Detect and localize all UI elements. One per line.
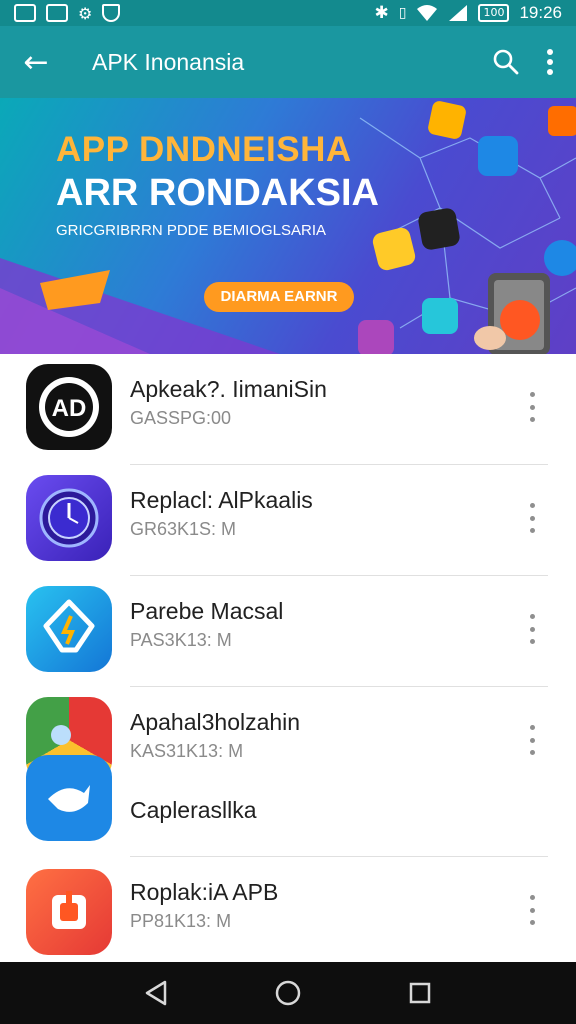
list-item[interactable]: Roplak:iA APB PP81K13: M bbox=[0, 857, 576, 968]
app-name: Replacl: AlPkaalis bbox=[130, 487, 313, 513]
list-item[interactable]: Parebe Macsal PAS3K13: M bbox=[0, 576, 576, 687]
bird-icon bbox=[26, 755, 112, 841]
more-vert-icon[interactable] bbox=[546, 49, 554, 75]
gallery-icon bbox=[14, 3, 36, 22]
app-name: Apkeak?. IimaniSin bbox=[130, 376, 327, 402]
app-name: Parebe Macsal bbox=[130, 598, 284, 624]
status-bar: ⚙ ✱ ▯ 100 19:26 bbox=[0, 0, 576, 26]
banner-cta-button[interactable]: DIARMA EARNR bbox=[204, 282, 354, 312]
app-list: AD Apkeak?. IimaniSin GASSPG:00 Replacl:… bbox=[0, 354, 576, 968]
app-meta: KAS31K13: M bbox=[130, 741, 244, 761]
shield-bolt-icon bbox=[26, 586, 112, 672]
more-vert-icon[interactable] bbox=[520, 392, 544, 422]
banner-subtitle: GRICGRIBRRN PDDE BEMIOGLSARIA bbox=[56, 222, 327, 239]
circle-home-icon[interactable] bbox=[275, 980, 301, 1006]
app-meta: PAS3K13: M bbox=[130, 630, 232, 650]
bluetooth-icon: ✱ bbox=[374, 3, 389, 23]
page-title: APK Inonansia bbox=[92, 48, 245, 75]
svg-text:AD: AD bbox=[52, 395, 87, 422]
app-meta: PP81K13: M bbox=[130, 911, 232, 931]
vibrate-icon: ▯ bbox=[398, 5, 407, 21]
status-left-icons: ⚙ bbox=[14, 3, 121, 23]
wifi-icon bbox=[417, 5, 438, 21]
list-item[interactable]: Apahal3holzahin KAS31K13: M Caplerasllka bbox=[0, 687, 576, 857]
system-nav-bar bbox=[0, 962, 576, 1024]
promo-banner[interactable]: APP DNDNEISHA ARR RONDAKSIA GRICGRIBRRN … bbox=[0, 98, 576, 354]
orange-app-icon bbox=[26, 869, 112, 955]
app-name: Roplak:iA APB bbox=[130, 879, 279, 905]
app-bar: ← APK Inonansia bbox=[0, 26, 576, 98]
status-time: 19:26 bbox=[519, 3, 562, 22]
compass-clock-icon bbox=[26, 475, 112, 561]
app-name: Apahal3holzahin bbox=[130, 709, 301, 735]
more-vert-icon[interactable] bbox=[520, 725, 544, 755]
more-vert-icon[interactable] bbox=[520, 895, 544, 925]
app-meta: GASSPG:00 bbox=[130, 408, 232, 428]
arrow-left-icon[interactable]: ← bbox=[0, 45, 72, 80]
app-meta: GR63K1S: M bbox=[130, 519, 237, 539]
banner-headline: APP DNDNEISHA bbox=[56, 130, 352, 169]
more-vert-icon[interactable] bbox=[520, 503, 544, 533]
app-bar-actions bbox=[492, 48, 576, 76]
more-vert-icon[interactable] bbox=[520, 614, 544, 644]
photo-icon bbox=[46, 3, 68, 22]
search-icon[interactable] bbox=[492, 48, 520, 76]
status-right-icons: ✱ ▯ 100 19:26 bbox=[374, 3, 562, 23]
game-icon: ⚙ bbox=[78, 3, 93, 23]
triangle-back-icon[interactable] bbox=[144, 980, 168, 1006]
shield-icon bbox=[102, 3, 121, 22]
list-item[interactable]: Replacl: AlPkaalis GR63K1S: M bbox=[0, 465, 576, 576]
battery-icon: 100 bbox=[478, 4, 510, 22]
app-name: Caplerasllka bbox=[130, 797, 257, 823]
list-item[interactable]: AD Apkeak?. IimaniSin GASSPG:00 bbox=[0, 354, 576, 465]
banner-headline-2: ARR RONDAKSIA bbox=[56, 172, 379, 214]
square-recents-icon[interactable] bbox=[408, 981, 432, 1005]
dark-logo-icon: AD bbox=[26, 364, 112, 450]
signal-icon bbox=[449, 5, 468, 21]
